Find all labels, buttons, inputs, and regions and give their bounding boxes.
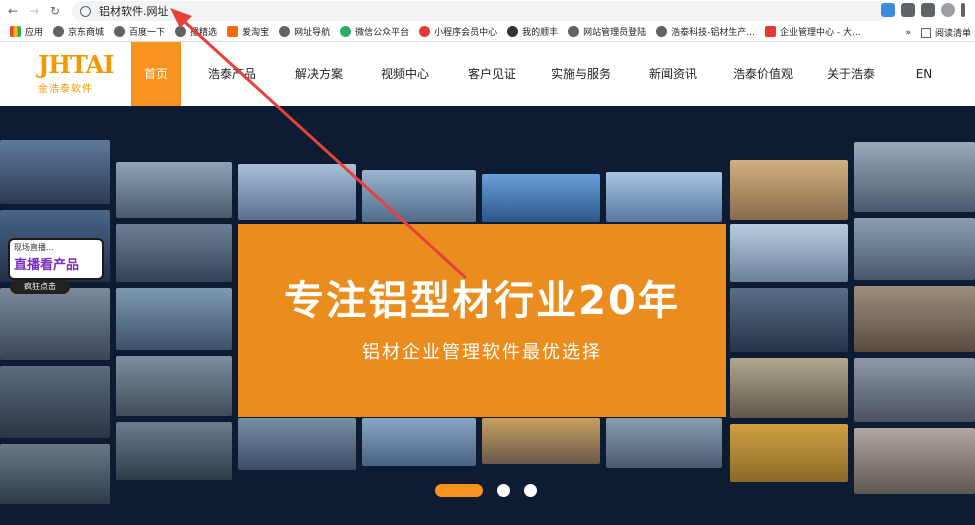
- photo-tile: [0, 366, 110, 438]
- photo-tile: [116, 356, 232, 416]
- globe-icon: [53, 26, 65, 37]
- carousel-dot-1[interactable]: [435, 484, 483, 497]
- live-click-pill: 疯狂点击: [10, 280, 70, 294]
- reading-list-button[interactable]: 阅读清单: [935, 26, 971, 39]
- menu-home[interactable]: 首页: [131, 42, 181, 106]
- carousel-dot-3[interactable]: [524, 484, 537, 497]
- site-logo[interactable]: JHTAI 金浩泰软件: [38, 50, 114, 100]
- bookmark-apps[interactable]: 应用: [10, 25, 43, 38]
- photo-tile: [116, 422, 232, 480]
- photo-tile: [606, 172, 722, 222]
- menu-products[interactable]: 浩泰产品: [181, 42, 283, 106]
- photo-tile: [238, 418, 356, 470]
- photo-tile: [362, 418, 476, 466]
- photo-tile: [362, 170, 476, 222]
- photo-tile: [606, 418, 722, 468]
- bookmark-live[interactable]: 播精选: [175, 25, 217, 38]
- profile-icon[interactable]: [941, 3, 955, 17]
- hero-banner[interactable]: 专注铝型材行业20年 铝材企业管理软件最优选择 现场直播... 直播看产品 疯狂…: [0, 106, 975, 525]
- hero-title: 专注铝型材行业20年: [284, 278, 680, 324]
- photo-tile: [730, 358, 848, 418]
- miniprogram-icon: [419, 26, 431, 37]
- menu-news[interactable]: 新闻资讯: [633, 42, 713, 106]
- bookmarks-bar: 应用 京东商城 百度一下 播精选 爱淘宝 网址导航 微信公众平台 小程序会员中心…: [0, 22, 975, 42]
- browser-toolbar: ← → ↻ 铝材软件.网址: [0, 0, 975, 22]
- globe-icon: [568, 26, 580, 37]
- live-line-2: 直播看产品: [14, 258, 80, 273]
- media-icon[interactable]: [921, 3, 935, 17]
- more-bookmarks-icon[interactable]: »: [905, 28, 911, 38]
- live-line-1: 现场直播...: [14, 243, 54, 252]
- extension-tray: [881, 3, 965, 17]
- live-stream-badge[interactable]: 现场直播... 直播看产品 疯狂点击: [6, 234, 108, 296]
- address-bar[interactable]: 铝材软件.网址: [72, 1, 890, 21]
- photo-tile: [0, 288, 110, 360]
- photo-tile: [482, 174, 600, 222]
- puzzle-icon[interactable]: [901, 3, 915, 17]
- bookmark-nav[interactable]: 网址导航: [279, 25, 330, 38]
- bookmark-admin[interactable]: 网站管理员登陆: [568, 25, 646, 38]
- bookmark-enterprise[interactable]: 企业管理中心 - 大...: [765, 25, 861, 38]
- bookmark-wechat[interactable]: 微信公众平台: [340, 25, 409, 38]
- globe-icon: [656, 26, 668, 37]
- photo-tile: [116, 162, 232, 218]
- photo-tile: [730, 160, 848, 220]
- photo-tile: [238, 164, 356, 220]
- logo-tagline: 金浩泰软件: [38, 84, 93, 95]
- globe-icon: [80, 5, 91, 17]
- menu-testimonials[interactable]: 客户见证: [455, 42, 529, 106]
- globe-icon: [114, 26, 126, 37]
- extension-icon[interactable]: [881, 3, 895, 17]
- menu-videos[interactable]: 视频中心: [355, 42, 455, 106]
- menu-english[interactable]: EN: [889, 42, 959, 106]
- bookmark-jd[interactable]: 京东商城: [53, 25, 104, 38]
- reload-icon[interactable]: ↻: [47, 3, 63, 19]
- photo-tile: [116, 224, 232, 282]
- bookmark-baidu[interactable]: 百度一下: [114, 25, 165, 38]
- back-arrow-icon[interactable]: ←: [5, 3, 21, 19]
- photo-tile: [854, 218, 975, 280]
- menu-solutions[interactable]: 解决方案: [283, 42, 355, 106]
- bookmark-sf[interactable]: 我的顺丰: [507, 25, 558, 38]
- bookmark-taobao[interactable]: 爱淘宝: [227, 25, 269, 38]
- reading-list-icon: [920, 27, 931, 38]
- globe-icon: [175, 26, 187, 37]
- menu-about[interactable]: 关于浩泰: [813, 42, 889, 106]
- forward-arrow-icon[interactable]: →: [26, 3, 42, 19]
- photo-tile: [730, 224, 848, 282]
- logo-mark: JHTAI: [38, 50, 114, 79]
- sf-express-icon: [507, 26, 519, 37]
- wechat-icon: [340, 26, 352, 37]
- bookmark-haotai[interactable]: 浩泰科技-铝材生产...: [656, 25, 755, 38]
- menu-icon[interactable]: [961, 3, 965, 17]
- photo-tile: [482, 418, 600, 464]
- photo-tile: [0, 140, 110, 204]
- apps-grid-icon: [10, 26, 21, 37]
- photo-tile: [0, 444, 110, 504]
- photo-tile: [854, 142, 975, 212]
- carousel-dot-2[interactable]: [497, 484, 510, 497]
- url-text: 铝材软件.网址: [99, 5, 169, 18]
- photo-tile: [730, 288, 848, 352]
- enterprise-icon: [765, 26, 776, 37]
- globe-icon: [279, 26, 291, 37]
- menu-services[interactable]: 实施与服务: [529, 42, 633, 106]
- bookmark-miniprogram[interactable]: 小程序会员中心: [419, 25, 497, 38]
- photo-tile: [854, 358, 975, 422]
- photo-tile: [854, 428, 975, 494]
- photo-tile: [854, 286, 975, 352]
- site-header: JHTAI 金浩泰软件 首页 浩泰产品 解决方案 视频中心 客户见证 实施与服务…: [0, 42, 975, 106]
- hero-subtitle: 铝材企业管理软件最优选择: [362, 342, 602, 363]
- photo-tile: [730, 424, 848, 482]
- photo-tile: [116, 288, 232, 350]
- carousel-pagination: [435, 484, 537, 497]
- main-menu: 首页 浩泰产品 解决方案 视频中心 客户见证 实施与服务 新闻资讯 浩泰价值观 …: [131, 42, 959, 106]
- menu-values[interactable]: 浩泰价值观: [713, 42, 813, 106]
- taobao-icon: [227, 26, 239, 37]
